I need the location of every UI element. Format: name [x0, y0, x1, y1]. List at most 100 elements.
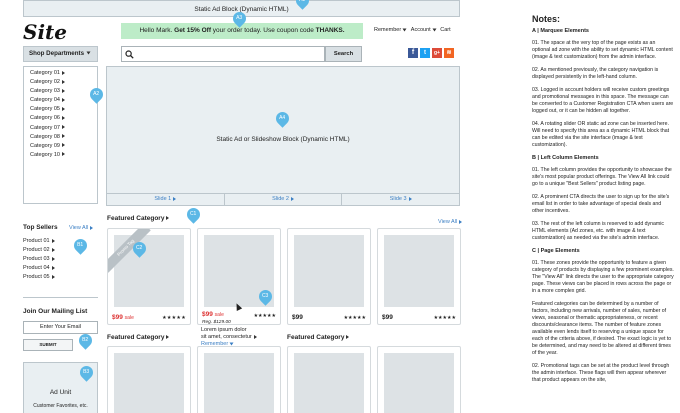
notes-title: Notes:	[532, 14, 561, 24]
top-seller-item[interactable]: Product 03	[23, 255, 55, 264]
product-card[interactable]	[197, 346, 281, 413]
slide-tab-1[interactable]: Slide 1	[107, 194, 225, 205]
search-icon	[125, 50, 134, 59]
product-price: $99	[292, 314, 303, 321]
chevron-right-icon	[61, 116, 65, 121]
top-sellers-view-all[interactable]: View All	[69, 225, 94, 231]
category-item[interactable]: Category 10	[30, 151, 97, 160]
rating-stars: ★★★★★	[253, 313, 276, 319]
slide-tab-2[interactable]: Slide 2	[225, 194, 343, 205]
chevron-right-icon	[61, 97, 65, 102]
category-item[interactable]: Category 05	[30, 105, 97, 114]
chevron-right-icon	[61, 125, 65, 130]
header-links: Remember Account Cart	[374, 27, 451, 33]
product-image[interactable]	[114, 353, 184, 413]
product-card[interactable]	[287, 346, 371, 413]
promo-text: your order today. Use coupon code	[210, 27, 316, 34]
category-item[interactable]: Category 08	[30, 133, 97, 142]
notes-paragraph: 03. Logged in account holders will recei…	[532, 87, 674, 114]
notes-paragraph: 01. The space at the very top of the pag…	[532, 40, 673, 60]
category-item[interactable]: Category 07	[30, 124, 97, 133]
product-price: $99	[382, 314, 393, 321]
promo-code: THANKS.	[315, 27, 345, 34]
top-sellers-title: Top Sellers	[23, 224, 58, 231]
notes-heading-b: B | Left Column Elements	[532, 155, 599, 161]
chevron-down-icon	[432, 28, 437, 32]
top-seller-item[interactable]: Product 01	[23, 237, 55, 246]
account-link[interactable]: Account	[411, 27, 431, 33]
remember-link[interactable]: Remember	[374, 27, 401, 33]
twitter-icon[interactable]: t	[420, 48, 430, 58]
product-desc-line: Lorem ipsum dolor	[201, 327, 247, 333]
product-card[interactable]: $99 sale ★★★★★ Reg. $129.00	[197, 228, 281, 325]
rating-stars: ★★★★★	[162, 315, 186, 321]
shop-departments-button[interactable]: Shop Departments	[23, 46, 98, 62]
category-item[interactable]: Category 03	[30, 87, 97, 96]
category-item[interactable]: Category 06	[30, 114, 97, 123]
product-image[interactable]	[294, 235, 364, 307]
notes-paragraph: Featured categories can be determined by…	[532, 301, 672, 356]
category-item[interactable]: Category 04	[30, 96, 97, 105]
search-input[interactable]	[121, 46, 325, 62]
cart-link[interactable]: Cart	[440, 27, 450, 33]
notes-paragraph: 04. A rotating slider OR static ad zone …	[532, 121, 670, 148]
search-button[interactable]: Search	[325, 46, 362, 62]
product-price: $99 sale	[202, 311, 224, 318]
hero-slideshow[interactable]: Static Ad or Slideshow Block (Dynamic HT…	[106, 66, 460, 206]
rating-stars: ★★★★★	[433, 315, 456, 321]
notes-panel: Notes: A | Marquee Elements 01. The spac…	[532, 14, 674, 390]
email-placeholder: Enter Your Email	[40, 324, 81, 330]
slide-tabs: Slide 1 Slide 2 Slide 3	[107, 193, 459, 205]
product-card[interactable]: $99 ★★★★★	[377, 228, 461, 325]
search-button-label: Search	[333, 51, 354, 57]
top-seller-item[interactable]: Product 05	[23, 273, 55, 282]
promo-discount: Get 15% Off	[174, 27, 211, 34]
product-image[interactable]	[204, 353, 274, 413]
rss-icon[interactable]: ≋	[444, 48, 454, 58]
chevron-right-icon	[61, 143, 65, 148]
product-desc-line: sit amet, consectetur	[201, 334, 257, 341]
featured-category-title: Featured Category	[107, 215, 170, 222]
promo-greeting: Hello Mark.	[139, 27, 175, 34]
product-card[interactable]	[377, 346, 461, 413]
site-logo[interactable]: Site	[23, 20, 67, 44]
featured-view-all[interactable]: View All	[438, 219, 463, 225]
annotation-pin-b1: B1	[71, 236, 90, 255]
submit-label: SUBMIT	[39, 342, 57, 347]
annotation-pin-c1: C1	[184, 205, 203, 224]
product-description: Lorem ipsum dolor sit amet, consectetur …	[201, 327, 257, 348]
product-image[interactable]	[294, 353, 364, 413]
top-seller-item[interactable]: Product 02	[23, 246, 55, 255]
notes-paragraph: 02. As mentioned previously, the categor…	[532, 67, 659, 80]
top-seller-item[interactable]: Product 04	[23, 264, 55, 273]
featured-category-title: Featured Category	[287, 334, 350, 341]
notes-heading-c: C | Page Elements	[532, 248, 580, 254]
featured-category-title: Featured Category	[107, 334, 170, 341]
slide-tab-3[interactable]: Slide 3	[342, 194, 459, 205]
ad-unit-title: Ad Unit	[49, 389, 72, 396]
category-navigation: Category 01 Category 02 Category 03 Cate…	[23, 66, 98, 204]
product-card[interactable]	[107, 346, 191, 413]
chevron-right-icon	[61, 70, 65, 75]
category-item[interactable]: Category 01	[30, 69, 97, 78]
divider	[23, 297, 98, 298]
product-image[interactable]	[384, 235, 454, 307]
notes-paragraph: 01. The left column provides the opportu…	[532, 167, 672, 187]
email-field[interactable]: Enter Your Email	[23, 321, 98, 334]
chevron-down-icon	[402, 28, 407, 32]
google-plus-icon[interactable]: g+	[432, 48, 442, 58]
chevron-right-icon	[61, 88, 65, 93]
product-card[interactable]: $99 ★★★★★	[287, 228, 371, 325]
facebook-icon[interactable]: f	[408, 48, 418, 58]
submit-button[interactable]: SUBMIT	[23, 339, 73, 351]
product-image[interactable]	[384, 353, 454, 413]
notes-heading-a: A | Marquee Elements	[532, 28, 589, 34]
notes-paragraph: 02. A prominent CTA directs the user to …	[532, 194, 670, 214]
chevron-right-icon	[61, 152, 65, 157]
category-item[interactable]: Category 09	[30, 142, 97, 151]
product-card[interactable]: Promo Tag $99 sale ★★★★★	[107, 228, 191, 325]
notes-paragraph: 02. Promotional tags can be set at the p…	[532, 363, 670, 383]
notes-paragraph: 03. The rest of the left column is reser…	[532, 221, 664, 241]
mailing-list-title: Join Our Mailing List	[23, 308, 88, 315]
category-item[interactable]: Category 02	[30, 78, 97, 87]
